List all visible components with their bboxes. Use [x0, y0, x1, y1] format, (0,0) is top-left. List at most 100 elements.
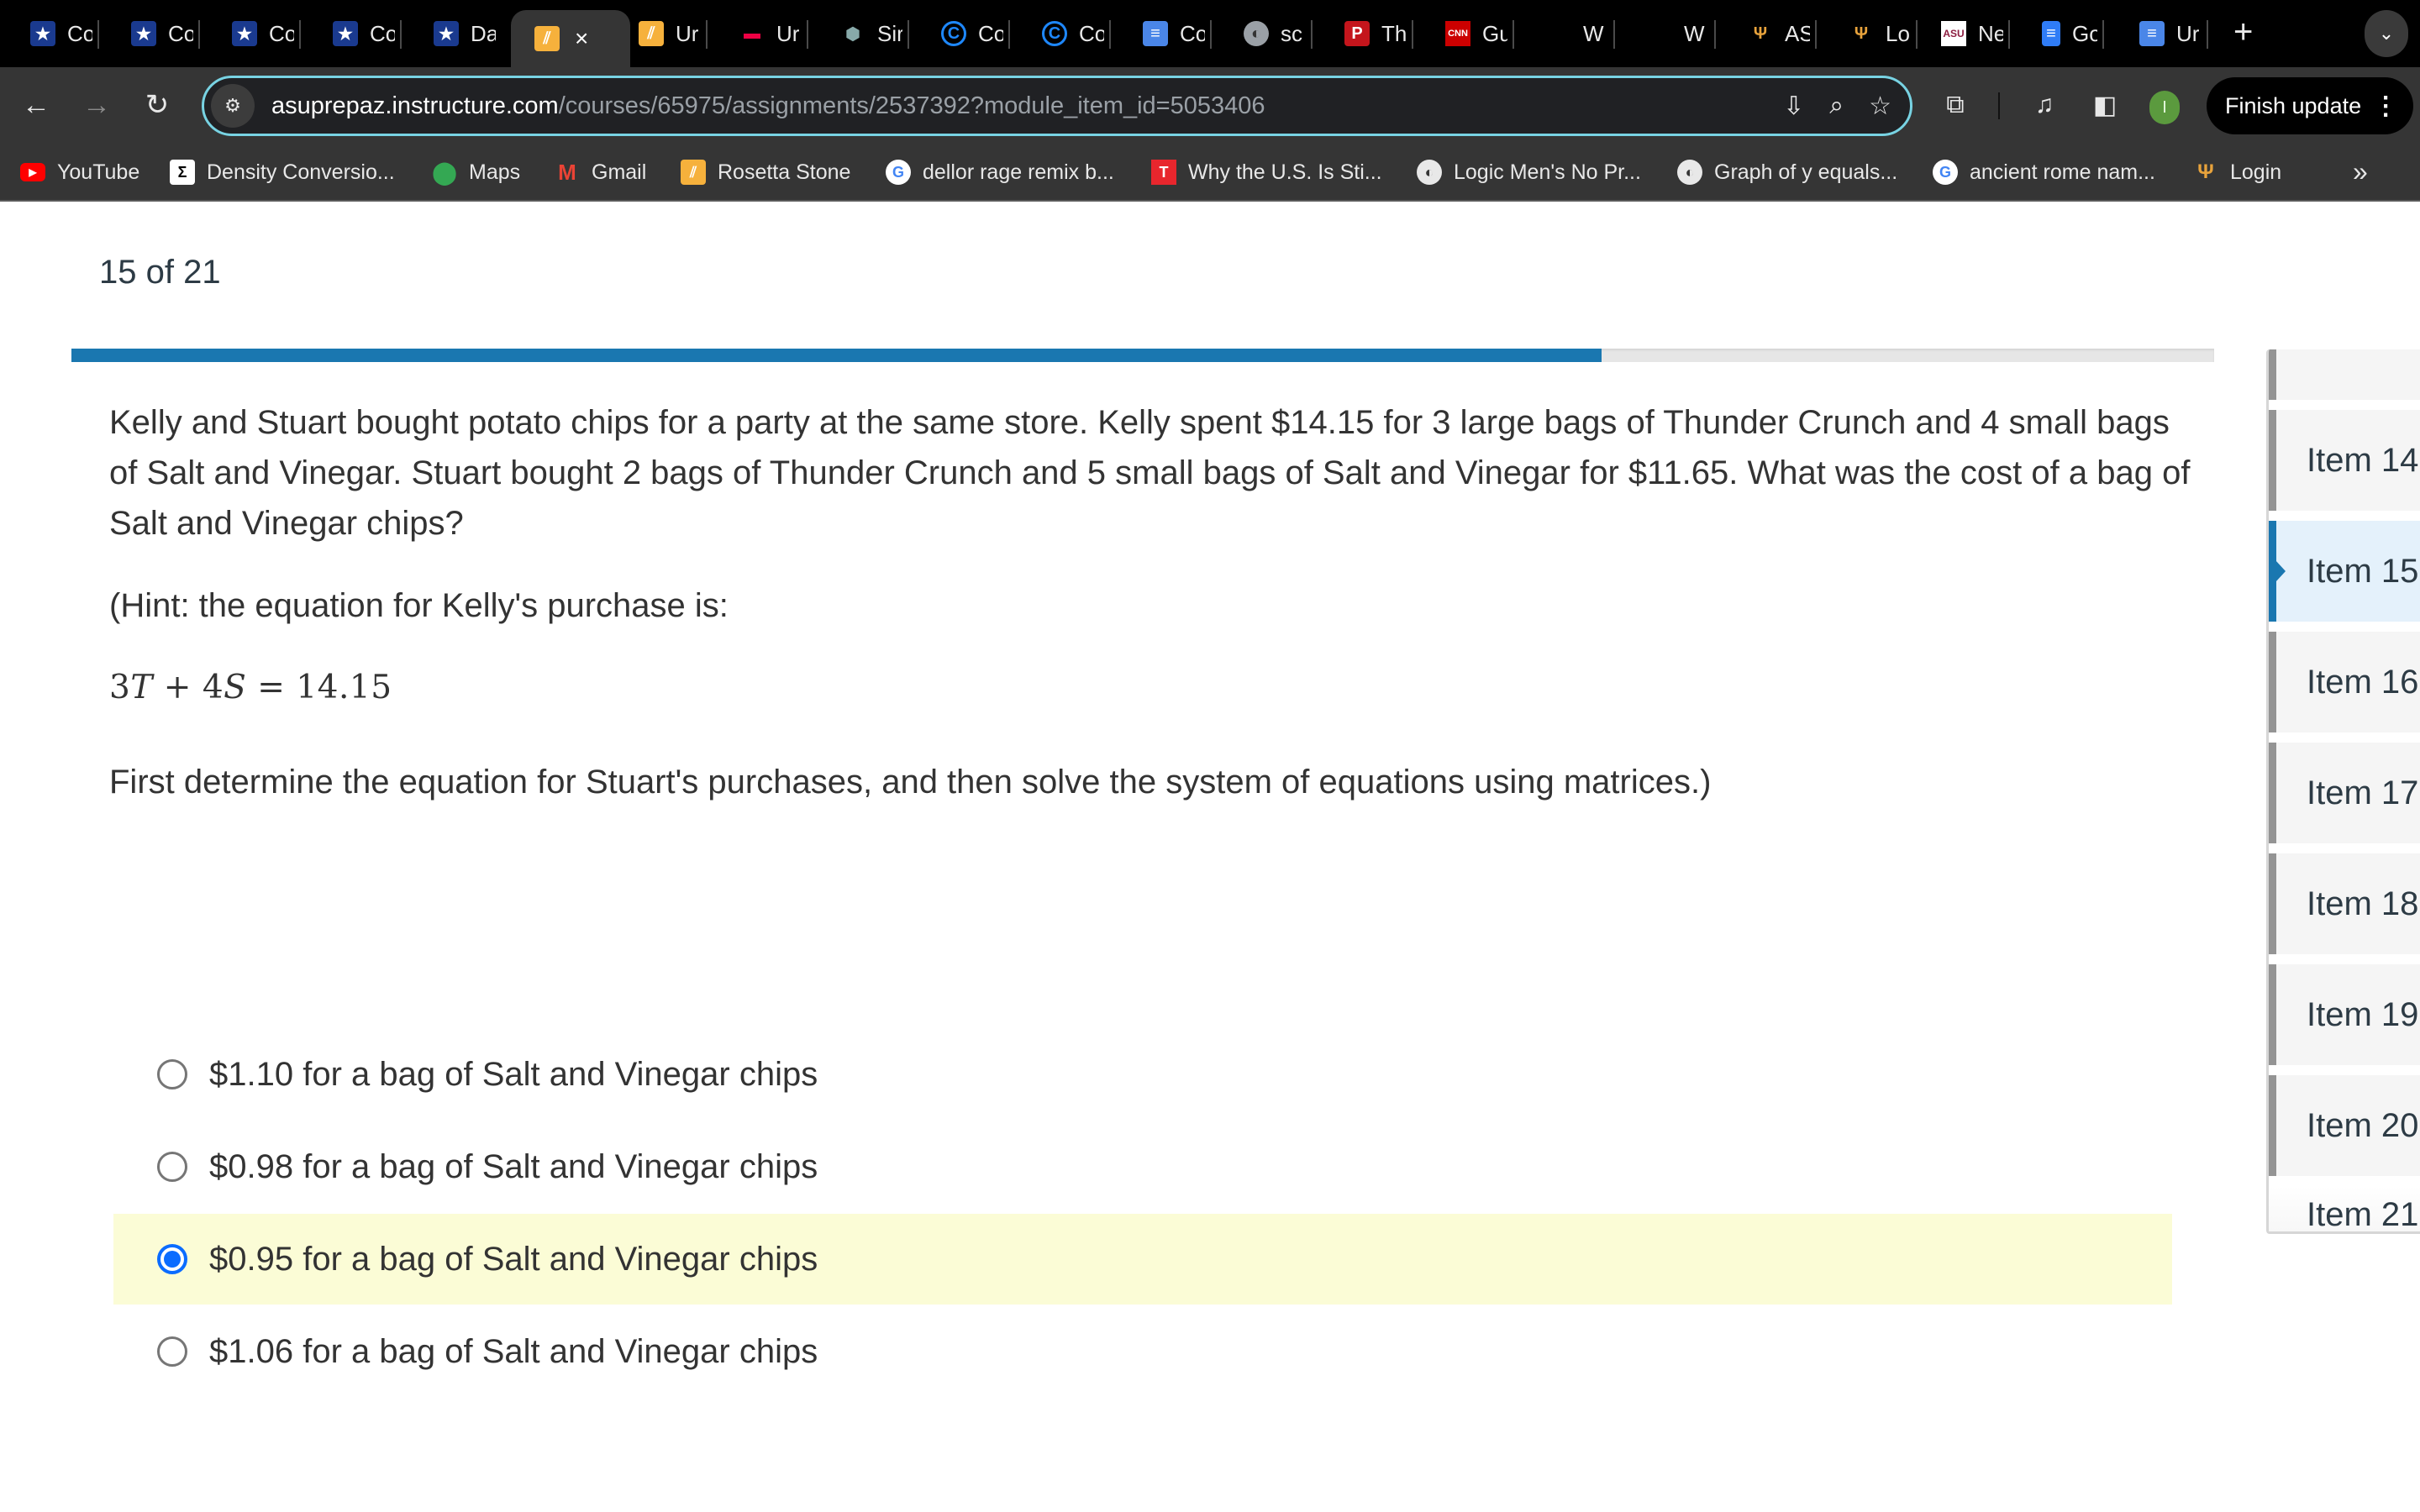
- sigma-icon: Σ: [170, 160, 195, 185]
- install-app-icon[interactable]: ⇩: [1783, 92, 1804, 121]
- nav-item-14[interactable]: Item 14: [2269, 410, 2420, 511]
- tab-separator: [1109, 20, 1111, 49]
- tab-separator: [1210, 20, 1212, 49]
- question-body: Kelly and Stuart bought potato chips for…: [109, 397, 2210, 839]
- google-docs-file-icon: ≡: [2042, 21, 2060, 46]
- back-button[interactable]: ←: [17, 86, 55, 124]
- bookmark-maps[interactable]: ⬤ Maps: [432, 158, 520, 186]
- extensions-icon[interactable]: ⧉: [1936, 86, 1975, 124]
- more-menu-icon[interactable]: ⋮: [2373, 92, 2398, 121]
- nav-item-19[interactable]: Item 19: [2269, 964, 2420, 1065]
- browser-tab[interactable]: ≡ Co: [1143, 12, 1212, 55]
- google-icon: G: [886, 160, 911, 185]
- tab-separator: [1412, 20, 1413, 49]
- canvas-star-icon: ★: [30, 21, 55, 46]
- bookmark-gmail[interactable]: M Gmail: [555, 158, 646, 186]
- browser-tab[interactable]: ▬ Ur: [739, 12, 808, 55]
- bookmark-dellor-rage-remix[interactable]: G dellor rage remix b...: [886, 158, 1114, 186]
- pitchfork-icon: Ψ: [1854, 24, 1869, 43]
- browser-tab[interactable]: Ψ Lo: [1849, 12, 1918, 55]
- browser-tab[interactable]: Ψ AS: [1748, 12, 1817, 55]
- bookmark-logic-mens[interactable]: ◐ Logic Men's No Pr...: [1417, 158, 1641, 186]
- address-bar[interactable]: ⚙ asuprepaz.instructure.com/courses/6597…: [202, 76, 1912, 136]
- browser-tab[interactable]: W: [1546, 12, 1615, 55]
- browser-tab[interactable]: C Co: [941, 12, 1010, 55]
- browser-tab[interactable]: ASU Ne: [1941, 12, 2010, 55]
- nav-item-16[interactable]: Item 16: [2269, 632, 2420, 732]
- media-controls-icon[interactable]: ♫: [2025, 86, 2064, 124]
- radio-button[interactable]: [157, 1059, 187, 1089]
- tab-separator: [1916, 20, 1918, 49]
- forward-button[interactable]: →: [77, 86, 116, 124]
- radio-button[interactable]: [157, 1336, 187, 1367]
- nav-item-20[interactable]: Item 20: [2269, 1075, 2420, 1176]
- zoom-icon[interactable]: ⌕: [1829, 92, 1844, 120]
- bookmark-ancient-rome[interactable]: G ancient rome nam...: [1933, 158, 2155, 186]
- side-panel-icon[interactable]: ◧: [2086, 86, 2124, 124]
- tab-separator: [400, 20, 402, 49]
- p-red-icon: P: [1344, 21, 1370, 46]
- canvas-star-icon: ★: [333, 21, 358, 46]
- nav-item-21[interactable]: Item 21: [2269, 1186, 2420, 1231]
- browser-tab[interactable]: C Co: [1042, 12, 1111, 55]
- bookmark-youtube[interactable]: ▶ YouTube: [20, 158, 139, 186]
- browser-tab[interactable]: ★ Co: [131, 12, 200, 55]
- browser-tab[interactable]: ★ Co: [30, 12, 99, 55]
- quiz-progress-bar: [71, 349, 2214, 362]
- bookmark-graph-of-y[interactable]: ◐ Graph of y equals...: [1677, 158, 1897, 186]
- new-tab-button[interactable]: +: [2233, 15, 2253, 49]
- tab-separator: [807, 20, 808, 49]
- blank-favicon-icon: [1546, 21, 1571, 46]
- tab-separator: [2102, 20, 2104, 49]
- cubes-icon: ⬢: [845, 24, 860, 44]
- answer-option[interactable]: $1.10 for a bag of Salt and Vinegar chip…: [113, 1029, 2172, 1120]
- browser-tab[interactable]: CNN Gu: [1445, 12, 1514, 55]
- browser-tab[interactable]: ★ Co: [232, 12, 301, 55]
- browser-tab[interactable]: ★ Co: [333, 12, 402, 55]
- url-text[interactable]: asuprepaz.instructure.com/courses/65975/…: [271, 92, 1265, 120]
- bookmark-rosetta-stone[interactable]: ⫽ Rosetta Stone: [681, 158, 850, 186]
- answer-option[interactable]: $0.95 for a bag of Salt and Vinegar chip…: [113, 1214, 2172, 1305]
- radio-button[interactable]: [157, 1152, 187, 1182]
- profile-avatar[interactable]: I: [2149, 91, 2180, 124]
- rosetta-stone-icon: ⫽: [681, 160, 706, 185]
- tab-separator: [1008, 20, 1010, 49]
- browser-tab[interactable]: ⬢ Sir: [840, 12, 909, 55]
- tab-search-button[interactable]: ⌄: [2365, 10, 2408, 57]
- tab-separator: [706, 20, 708, 49]
- answer-option[interactable]: $0.98 for a bag of Salt and Vinegar chip…: [113, 1121, 2172, 1212]
- browser-tab[interactable]: ⫽ Ur: [639, 12, 708, 55]
- nav-item-18[interactable]: Item 18: [2269, 853, 2420, 954]
- cnn-icon: CNN: [1445, 21, 1470, 46]
- bookmark-login[interactable]: Ψ Login: [2193, 158, 2281, 186]
- browser-tab[interactable]: ★ Da: [434, 12, 496, 55]
- browser-tab[interactable]: ≡ Go: [2042, 12, 2104, 55]
- close-tab-icon[interactable]: ×: [575, 25, 588, 52]
- answer-option[interactable]: $1.06 for a bag of Salt and Vinegar chip…: [113, 1306, 2172, 1397]
- tab-separator: [2207, 20, 2208, 49]
- answer-label: $0.95 for a bag of Salt and Vinegar chip…: [209, 1240, 818, 1278]
- browser-tab[interactable]: ≡ Ur: [2139, 12, 2208, 55]
- browser-tab[interactable]: P Th: [1344, 12, 1413, 55]
- question-counter: 15 of 21: [99, 254, 221, 291]
- nav-item-13[interactable]: [2269, 349, 2420, 400]
- nav-item-15[interactable]: Item 15: [2269, 521, 2420, 622]
- bookmarks-overflow-button[interactable]: »: [2353, 156, 2368, 187]
- bookmark-density-conversion[interactable]: Σ Density Conversio...: [170, 158, 395, 186]
- answer-label: $1.06 for a bag of Salt and Vinegar chip…: [209, 1332, 818, 1370]
- browser-tab-active[interactable]: ⫽ ×: [511, 10, 630, 67]
- question-hint: (Hint: the equation for Kelly's purchase…: [109, 587, 729, 624]
- browser-tab[interactable]: ◐ sc: [1244, 12, 1313, 55]
- bookmark-star-icon[interactable]: ☆: [1869, 92, 1891, 121]
- reload-button[interactable]: ↻: [138, 86, 176, 124]
- nav-item-17[interactable]: Item 17: [2269, 743, 2420, 843]
- finish-update-button[interactable]: Finish update ⋮: [2207, 77, 2413, 134]
- radio-button[interactable]: [157, 1244, 187, 1274]
- answer-label: $1.10 for a bag of Salt and Vinegar chip…: [209, 1055, 818, 1093]
- canvas-star-icon: ★: [232, 21, 257, 46]
- browser-tab[interactable]: W: [1647, 12, 1716, 55]
- c-circle-icon: C: [941, 21, 966, 46]
- bookmark-why-the-us[interactable]: T Why the U.S. Is Sti...: [1151, 158, 1382, 186]
- site-info-icon[interactable]: ⚙: [211, 84, 255, 128]
- tab-strip: ★ Co ★ Co ★ Co ★ Co ★ Da ⫽ × ⫽ Ur ▬ Ur ⬢…: [0, 0, 2420, 67]
